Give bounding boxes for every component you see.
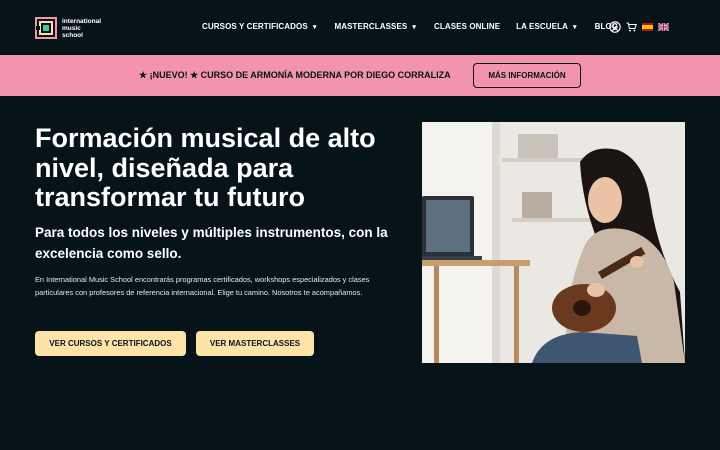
nav-item-clases-online[interactable]: CLASES ONLINE: [434, 22, 500, 31]
hero-description: En International Music School encontrará…: [35, 275, 370, 297]
hero-title: Formación musical de alto nivel, diseñad…: [35, 123, 376, 212]
nav-item-masterclasses[interactable]: MASTERCLASSES ▾: [334, 22, 416, 31]
flag-uk-icon[interactable]: [658, 23, 669, 31]
chevron-down-icon: ▾: [412, 23, 416, 31]
logo-text: international music school: [62, 18, 101, 39]
more-info-button[interactable]: MÁS INFORMACIÓN: [473, 63, 581, 88]
hero-photo-illustration: [422, 122, 685, 363]
logo-mark-icon: [35, 17, 57, 39]
logo-line: music: [62, 24, 81, 32]
main-nav: CURSOS Y CERTIFICADOS ▾ MASTERCLASSES ▾ …: [202, 22, 618, 31]
chevron-down-icon: ▾: [572, 23, 577, 31]
site-header: international music school CURSOS Y CERT…: [0, 0, 720, 55]
nav-item-cursos[interactable]: CURSOS Y CERTIFICADOS ▾: [202, 22, 316, 31]
nav-item-label: LA ESCUELA: [516, 22, 568, 31]
logo-line: school: [62, 31, 83, 39]
view-masterclasses-button[interactable]: VER MASTERCLASSES: [196, 331, 314, 356]
nav-item-label: MASTERCLASSES: [334, 22, 408, 31]
view-courses-button[interactable]: VER CURSOS Y CERTIFICADOS: [35, 331, 186, 356]
user-icon[interactable]: [609, 21, 621, 33]
logo-line: international: [62, 17, 102, 25]
site-logo[interactable]: international music school: [35, 17, 101, 39]
flag-es-icon[interactable]: [642, 23, 653, 31]
chevron-down-icon: ▾: [312, 23, 317, 31]
promo-banner: ★ ¡NUEVO! ★ CURSO DE ARMONÍA MODERNA POR…: [0, 55, 720, 96]
header-icons: [609, 21, 669, 33]
promo-banner-text: ★ ¡NUEVO! ★ CURSO DE ARMONÍA MODERNA POR…: [139, 70, 451, 80]
nav-item-la-escuela[interactable]: LA ESCUELA ▾: [516, 22, 576, 31]
hero-photo: [422, 122, 685, 363]
nav-item-label: CURSOS Y CERTIFICADOS: [202, 22, 308, 31]
nav-item-label: CLASES ONLINE: [433, 22, 501, 31]
hero-subtitle: Para todos los niveles y múltiples instr…: [35, 225, 388, 261]
cart-icon[interactable]: [626, 22, 637, 32]
